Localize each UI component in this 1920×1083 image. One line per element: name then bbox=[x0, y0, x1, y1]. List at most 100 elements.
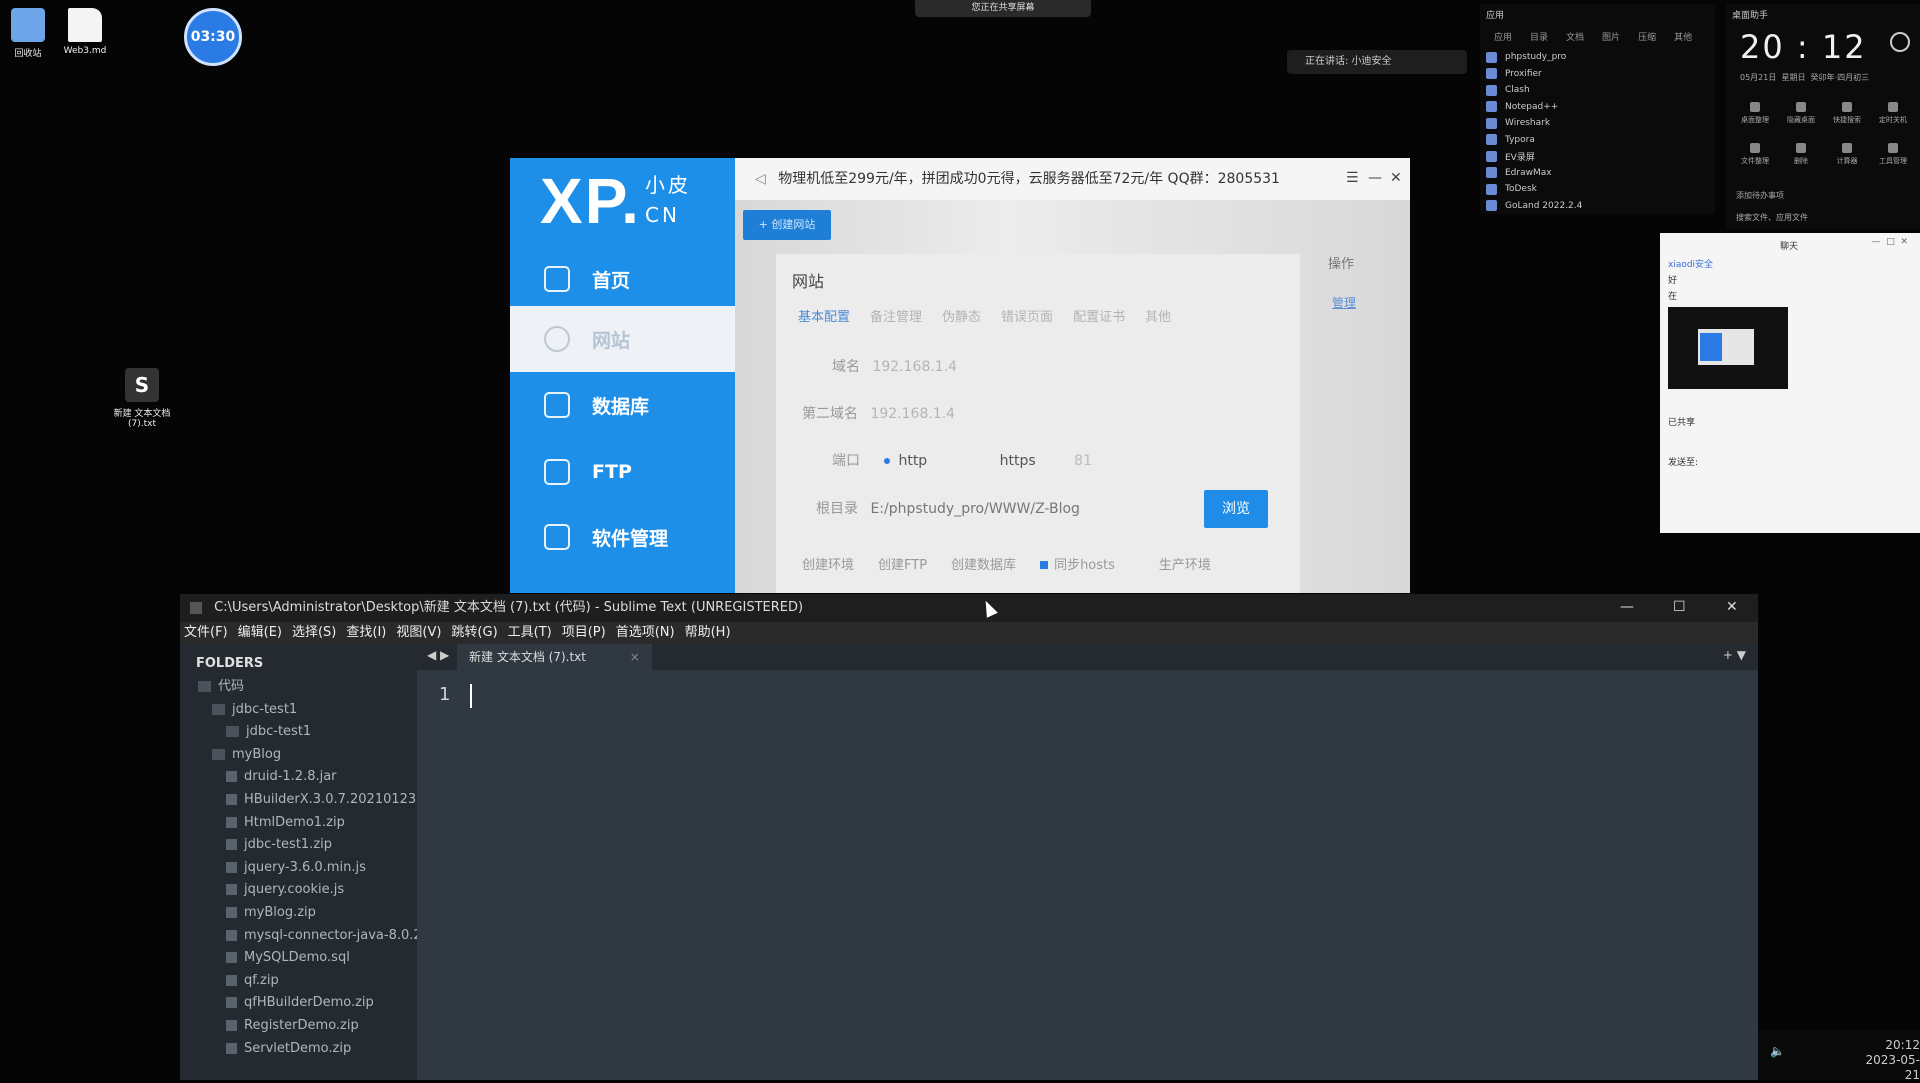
production-env-option[interactable]: 生产环境 bbox=[1159, 554, 1211, 573]
tree-file[interactable]: RegisterDemo.zip bbox=[180, 1015, 417, 1038]
sync-hosts-checkbox[interactable]: 同步hosts bbox=[1040, 554, 1115, 573]
create-env-option[interactable]: 创建环境 bbox=[802, 554, 854, 573]
tool-item[interactable]: 定时关机 bbox=[1870, 102, 1916, 125]
tree-folder[interactable]: myBlog bbox=[180, 744, 417, 767]
tray-clock[interactable]: 20:12 2023-05-21 bbox=[1854, 1038, 1920, 1083]
tab-other[interactable]: 其他 bbox=[1145, 306, 1171, 325]
chat-window-controls[interactable]: — □ ✕ bbox=[1872, 237, 1909, 247]
tool-item[interactable]: 删除 bbox=[1778, 143, 1824, 166]
tree-file[interactable]: mysql-connector-java-8.0.28.jar bbox=[180, 925, 417, 948]
tree-file[interactable]: myBlog.zip bbox=[180, 902, 417, 925]
editor-tab[interactable]: 新建 文本文档 (7).txt × bbox=[457, 644, 652, 670]
nav-software[interactable]: 软件管理 bbox=[510, 504, 735, 570]
create-site-button[interactable]: + 创建网站 bbox=[743, 210, 831, 240]
app-item[interactable]: Wireshark bbox=[1486, 115, 1715, 132]
sublime-titlebar[interactable]: C:\Users\Administrator\Desktop\新建 文本文档 (… bbox=[180, 594, 1758, 622]
menu-tools[interactable]: 工具(T) bbox=[508, 622, 552, 644]
tree-file[interactable]: jquery.cookie.js bbox=[180, 879, 417, 902]
tree-file[interactable]: qfHBuilderDemo.zip bbox=[180, 992, 417, 1015]
tree-folder[interactable]: jdbc-test1 bbox=[180, 721, 417, 744]
screen-share-notice[interactable]: 您正在共享屏幕 bbox=[915, 0, 1091, 17]
xp-minimize-button[interactable]: — bbox=[1368, 170, 1382, 186]
app-category[interactable]: 目录 bbox=[1530, 30, 1548, 43]
second-domain-input[interactable]: 192.168.1.4 bbox=[870, 406, 955, 422]
close-button[interactable]: ✕ bbox=[1726, 599, 1738, 615]
tree-file[interactable]: qf.zip bbox=[180, 970, 417, 993]
minimize-button[interactable]: — bbox=[1620, 599, 1634, 615]
app-category[interactable]: 应用 bbox=[1494, 30, 1512, 43]
app-category[interactable]: 文档 bbox=[1566, 30, 1584, 43]
tool-item[interactable]: 工具管理 bbox=[1870, 143, 1916, 166]
app-category[interactable]: 其他 bbox=[1674, 30, 1692, 43]
tree-file[interactable]: HtmlDemo1.zip bbox=[180, 812, 417, 835]
tab-ssl[interactable]: 配置证书 bbox=[1073, 306, 1125, 325]
nav-database[interactable]: 数据库 bbox=[510, 372, 735, 438]
app-item[interactable]: phpstudy_pro bbox=[1486, 49, 1715, 66]
create-ftp-option[interactable]: 创建FTP bbox=[878, 554, 927, 573]
app-item[interactable]: Notepad++ bbox=[1486, 99, 1715, 116]
xp-menu-button[interactable]: ☰ bbox=[1346, 170, 1359, 186]
menu-file[interactable]: 文件(F) bbox=[184, 622, 228, 644]
menu-view[interactable]: 视图(V) bbox=[396, 622, 441, 644]
desktop-icon-web3-md[interactable]: Web3.md bbox=[53, 8, 117, 56]
tree-file[interactable]: druid-1.2.8.jar bbox=[180, 766, 417, 789]
tab-nav-arrows[interactable]: ◀ ▶ bbox=[427, 648, 449, 662]
app-item[interactable]: EV录屏 bbox=[1486, 148, 1715, 165]
tree-file[interactable]: ServletDemo.zip bbox=[180, 1038, 417, 1061]
menu-find[interactable]: 查找(I) bbox=[346, 622, 386, 644]
manage-link[interactable]: 管理 bbox=[1332, 294, 1356, 311]
tab-notes[interactable]: 备注管理 bbox=[870, 306, 922, 325]
tree-file[interactable]: MySQLDemo.sql bbox=[180, 947, 417, 970]
maximize-button[interactable]: ☐ bbox=[1673, 599, 1686, 615]
menu-help[interactable]: 帮助(H) bbox=[685, 622, 731, 644]
tool-item[interactable]: 桌面整理 bbox=[1732, 102, 1778, 125]
browse-button[interactable]: 浏览 bbox=[1204, 490, 1268, 528]
app-item[interactable]: Clash bbox=[1486, 82, 1715, 99]
root-dir-input[interactable]: E:/phpstudy_pro/WWW/Z-Blog bbox=[870, 501, 1079, 517]
app-item[interactable]: EdrawMax bbox=[1486, 165, 1715, 182]
tool-item[interactable]: 文件整理 bbox=[1732, 143, 1778, 166]
volume-icon[interactable]: 🔈 bbox=[1770, 1044, 1785, 1058]
nav-home[interactable]: 首页 bbox=[510, 246, 735, 312]
app-item[interactable]: GoLand 2022.2.4 bbox=[1486, 198, 1715, 215]
tab-options[interactable]: + ▼ bbox=[1723, 648, 1746, 662]
tab-rewrite[interactable]: 伪静态 bbox=[942, 306, 981, 325]
tree-folder[interactable]: 代码 bbox=[180, 676, 417, 699]
app-item[interactable]: ToDesk bbox=[1486, 181, 1715, 198]
xp-close-button[interactable]: ✕ bbox=[1390, 170, 1402, 186]
tool-item[interactable]: 隐藏桌面 bbox=[1778, 102, 1824, 125]
editor-area[interactable]: 1 bbox=[417, 670, 1758, 1080]
app-item[interactable]: Proxifier bbox=[1486, 66, 1715, 83]
tree-file[interactable]: jdbc-test1.zip bbox=[180, 834, 417, 857]
tab-error-pages[interactable]: 错误页面 bbox=[1001, 306, 1053, 325]
https-radio[interactable]: https bbox=[1000, 453, 1036, 469]
recording-timer[interactable]: 03:30 bbox=[184, 8, 242, 66]
domain-input[interactable]: 192.168.1.4 bbox=[872, 359, 957, 375]
desktop-icon-new-text-doc[interactable]: S 新建 文本文档 (7).txt bbox=[110, 368, 174, 429]
create-db-option[interactable]: 创建数据库 bbox=[951, 554, 1016, 573]
app-category[interactable]: 图片 bbox=[1602, 30, 1620, 43]
chat-message: 好 bbox=[1668, 276, 1678, 286]
menu-selection[interactable]: 选择(S) bbox=[292, 622, 336, 644]
tab-basic[interactable]: 基本配置 bbox=[798, 306, 850, 325]
desktop-icon-recycle-bin[interactable]: 回收站 bbox=[0, 8, 60, 59]
menu-preferences[interactable]: 首选项(N) bbox=[616, 622, 675, 644]
tool-item[interactable]: 快捷搜索 bbox=[1824, 102, 1870, 125]
menu-goto[interactable]: 跳转(G) bbox=[451, 622, 497, 644]
nav-ftp[interactable]: FTP bbox=[510, 439, 735, 505]
nav-website[interactable]: 网站 bbox=[510, 306, 735, 372]
app-item[interactable]: Typora bbox=[1486, 132, 1715, 149]
add-todo[interactable]: 添加待办事项 bbox=[1736, 190, 1784, 201]
shared-screen-thumbnail[interactable] bbox=[1668, 307, 1788, 389]
port-input[interactable]: 81 bbox=[1074, 453, 1092, 469]
tab-close-icon[interactable]: × bbox=[630, 650, 640, 664]
widget-search[interactable]: 搜索文件、应用文件 bbox=[1736, 212, 1808, 223]
app-category[interactable]: 压缩 bbox=[1638, 30, 1656, 43]
menu-edit[interactable]: 编辑(E) bbox=[238, 622, 282, 644]
tree-folder[interactable]: jdbc-test1 bbox=[180, 699, 417, 722]
menu-project[interactable]: 项目(P) bbox=[562, 622, 606, 644]
tool-item[interactable]: 计算器 bbox=[1824, 143, 1870, 166]
http-radio[interactable]: http bbox=[884, 453, 927, 469]
tree-file[interactable]: HBuilderX.3.0.7.20210123.zip bbox=[180, 789, 417, 812]
tree-file[interactable]: jquery-3.6.0.min.js bbox=[180, 857, 417, 880]
